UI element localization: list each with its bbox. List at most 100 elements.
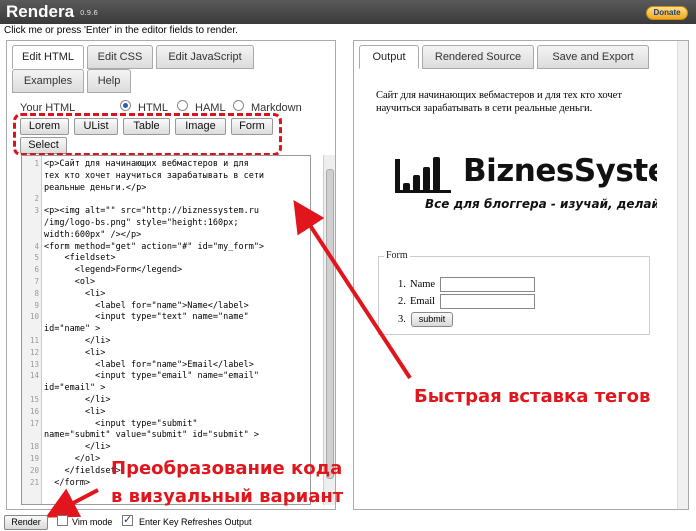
code-line[interactable]: 13 <label for="name">Email</label>: [22, 359, 310, 370]
code-text: <li>: [44, 406, 106, 417]
line-number: 21: [29, 477, 39, 487]
code-text: <label for="name">Email</label>: [44, 359, 254, 370]
vim-mode-label: Vim mode: [72, 517, 113, 527]
editor-scrollbar[interactable]: [323, 155, 335, 505]
code-line[interactable]: 5 <fieldset>: [22, 253, 310, 264]
tab-help[interactable]: Help: [87, 69, 131, 93]
line-number: 3: [34, 206, 39, 216]
line-number: 13: [29, 359, 39, 369]
app-title: Rendera: [6, 2, 75, 21]
tab-examples[interactable]: Examples: [12, 69, 84, 93]
line-number: 10: [29, 312, 39, 322]
name-input[interactable]: [440, 277, 535, 292]
code-text: </li>: [44, 395, 111, 405]
code-text: <input type="submit": [44, 418, 198, 429]
logo-slogan: Все для блоггера - изучай, делай, зараба…: [425, 197, 657, 211]
code-line[interactable]: реальные деньги.</p>: [22, 182, 310, 193]
tab-output[interactable]: Output: [359, 45, 419, 69]
editor-scrollbar-thumb[interactable]: [326, 169, 334, 479]
tab-edit-css[interactable]: Edit CSS: [87, 45, 153, 69]
code-text: реальные деньги.</p>: [44, 182, 147, 193]
code-text: <li>: [44, 347, 106, 358]
donate-button[interactable]: Donate: [646, 6, 688, 20]
tab-edit-html[interactable]: Edit HTML: [12, 45, 84, 69]
code-text: /img/logo-bs.png" style="height:160px;: [44, 218, 239, 228]
line-number: 18: [29, 442, 39, 452]
form-item-email-label: Email: [410, 296, 436, 307]
email-input[interactable]: [440, 294, 535, 309]
enter-refresh-checkbox[interactable]: [122, 513, 133, 526]
code-line[interactable]: 2: [22, 194, 310, 204]
output-scrollbar[interactable]: [677, 41, 688, 509]
output-form-legend: Form: [384, 250, 410, 261]
line-number: 9: [34, 300, 39, 310]
code-line[interactable]: 12 <li>: [22, 347, 310, 358]
code-text: </ol>: [44, 454, 101, 464]
code-line[interactable]: тех кто хочет научиться зарабатывать в с…: [22, 170, 310, 181]
code-text: </form>: [44, 477, 91, 488]
annotation-render-line1: Преобразование кода: [111, 458, 343, 479]
code-line[interactable]: 17 <input type="submit": [22, 418, 310, 429]
mode-haml-radio[interactable]: [177, 100, 188, 111]
highlight-insert-buttons: [13, 113, 282, 156]
code-line[interactable]: 15 </li>: [22, 395, 310, 405]
bar-graph-icon: [395, 157, 451, 193]
code-text: <p><img alt="" src="http://biznessystem.…: [44, 206, 259, 217]
vim-mode-checkbox[interactable]: [57, 515, 68, 526]
code-line[interactable]: 3 <p><img alt="" src="http://biznessystem…: [22, 206, 310, 217]
line-number: 7: [34, 277, 39, 286]
code-line[interactable]: /img/logo-bs.png" style="height:160px;: [22, 218, 310, 228]
biznessystem-logo: BiznesSystem Все для блоггера - изучай, …: [395, 147, 657, 215]
code-line[interactable]: 9 <label for="name">Name</label>: [22, 300, 310, 311]
code-text: тех кто хочет научиться зарабатывать в с…: [44, 170, 265, 181]
line-number: 11: [29, 336, 39, 345]
form-item-name-number: 1.: [398, 279, 406, 290]
line-number: 20: [29, 465, 39, 475]
line-number: 8: [34, 288, 39, 298]
code-text: <li>: [44, 288, 106, 299]
tab-save-and-export[interactable]: Save and Export: [537, 45, 649, 69]
mode-html-radio[interactable]: [120, 100, 131, 111]
code-line[interactable]: 11 </li>: [22, 336, 310, 346]
code-text: </li>: [44, 336, 111, 346]
title-bar: Rendera 0.9.6 Donate: [0, 0, 696, 24]
form-item-email-number: 2.: [398, 296, 406, 307]
code-text: <input type="email" name="email": [44, 371, 259, 382]
render-button[interactable]: Render: [4, 515, 48, 530]
line-number: 4: [34, 241, 39, 251]
code-line[interactable]: id="name" >: [22, 324, 310, 334]
line-number: 19: [29, 454, 39, 463]
tab-rendered-source[interactable]: Rendered Source: [422, 45, 534, 69]
line-number: 17: [29, 418, 39, 428]
code-line[interactable]: 16 <li>: [22, 406, 310, 417]
render-hint[interactable]: Click me or press 'Enter' in the editor …: [4, 25, 238, 36]
code-text: <legend>Form</legend>: [44, 265, 183, 276]
code-text: </li>: [44, 442, 111, 453]
code-line[interactable]: 14 <input type="email" name="email": [22, 371, 310, 382]
code-line[interactable]: 18 </li>: [22, 442, 310, 453]
code-line[interactable]: width:600px" /></p>: [22, 230, 310, 240]
line-number: 14: [29, 371, 39, 381]
line-number: 2: [34, 194, 39, 204]
line-number: 16: [29, 406, 39, 416]
code-text: <label for="name">Name</label>: [44, 300, 249, 311]
code-text: <ol>: [44, 277, 96, 287]
code-line[interactable]: 1 <p>Сайт для начинающих вебмастеров и дл…: [22, 159, 310, 169]
line-number: 1: [34, 159, 39, 168]
code-text: </fieldset>: [44, 465, 121, 476]
logo-wordmark: BiznesSystem: [463, 153, 657, 189]
html-code-editor[interactable]: 1 <p>Сайт для начинающих вебмастеров и дл…: [21, 155, 311, 505]
line-number: 12: [29, 347, 39, 357]
code-line[interactable]: name="submit" value="submit" id="submit"…: [22, 430, 310, 440]
mode-markdown-radio[interactable]: [233, 100, 244, 111]
annotation-render-line2: в визуальный вариант: [111, 486, 344, 507]
code-line[interactable]: 7 <ol>: [22, 277, 310, 287]
code-line[interactable]: 10 <input type="text" name="name": [22, 312, 310, 322]
code-line[interactable]: 4 <form method="get" action="#" id="my_fo…: [22, 241, 310, 252]
code-line[interactable]: id="email" >: [22, 383, 310, 393]
code-line[interactable]: 6 <legend>Form</legend>: [22, 265, 310, 276]
output-submit-button[interactable]: submit: [411, 312, 453, 327]
code-text: <fieldset>: [44, 253, 116, 264]
code-line[interactable]: 8 <li>: [22, 288, 310, 299]
tab-edit-javascript[interactable]: Edit JavaScript: [156, 45, 254, 69]
